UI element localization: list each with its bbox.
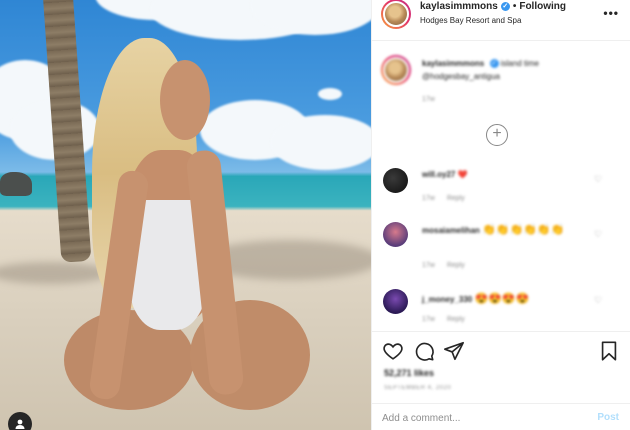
post-actions: 52,271 likes SEPTEMBER 4, 2020 <box>372 331 630 403</box>
verified-badge-icon: ✓ <box>489 59 499 69</box>
load-more-comments-icon[interactable]: + <box>486 124 508 146</box>
comment-like-heart-icon[interactable]: ♡ <box>594 174 604 184</box>
reply-button[interactable]: Reply <box>447 262 465 269</box>
comment-avatar[interactable] <box>383 222 408 247</box>
comment-age: 17w <box>422 195 435 202</box>
comment-bubble-icon[interactable] <box>413 340 435 362</box>
comment-meta: 17w Reply <box>422 195 477 202</box>
share-paper-plane-icon[interactable] <box>443 340 465 362</box>
person-head <box>160 60 210 140</box>
comment-body: 👏👏👏👏👏👏 <box>482 224 565 236</box>
caption-tag[interactable]: @hodgesbay_antigua <box>422 72 500 81</box>
caption-text: kaylasimmmons ✓ island time <box>422 59 539 69</box>
post-header: kaylasimmmons ✓ • Following Hodges Bay Reso… <box>372 0 630 41</box>
caption-age: 17w <box>422 96 435 103</box>
post-location[interactable]: Hodges Bay Resort and Spa <box>420 16 521 25</box>
author-avatar[interactable] <box>381 0 411 29</box>
like-heart-icon[interactable] <box>382 340 404 362</box>
user-tag-icon[interactable] <box>8 412 32 430</box>
sand-shadow <box>0 262 110 284</box>
verified-badge-icon: ✓ <box>500 1 510 11</box>
caption-body: island time <box>500 59 539 68</box>
reply-button[interactable]: Reply <box>447 316 465 323</box>
reply-button[interactable]: Reply <box>447 195 465 202</box>
post-date: SEPTEMBER 4, 2020 <box>384 385 452 391</box>
comment-age: 17w <box>422 316 435 323</box>
comment-text: will.oy27 ❤️ <box>422 170 468 179</box>
comment-meta: 17w Reply <box>422 316 477 323</box>
more-options-icon[interactable]: ••• <box>603 6 619 20</box>
comment-text: mosaiamelihan 👏👏👏👏👏👏 <box>422 223 572 238</box>
cloud <box>270 115 371 170</box>
author-username[interactable]: kaylasimmmons <box>420 1 498 12</box>
comment-body: 😍😍😍😍 <box>474 293 530 305</box>
like-count[interactable]: 52,271 likes <box>384 368 434 378</box>
comment-age: 17w <box>422 262 435 269</box>
comment-avatar[interactable] <box>383 289 408 314</box>
separator-dot: • <box>512 1 517 12</box>
rocks <box>0 172 32 196</box>
comment-meta: 17w Reply <box>422 262 477 269</box>
caption-username[interactable]: kaylasimmmons <box>422 59 484 68</box>
comment-username[interactable]: will.oy27 <box>422 170 455 179</box>
comment-text: j_money_330 😍😍😍😍 <box>422 292 529 305</box>
comment-like-heart-icon[interactable]: ♡ <box>594 295 604 305</box>
cloud <box>318 88 342 100</box>
post-comment-button[interactable]: Post <box>597 412 619 423</box>
comment-username[interactable]: j_money_330 <box>422 295 472 304</box>
add-comment-input[interactable] <box>382 410 582 426</box>
post-side-panel: kaylasimmmons ✓ • Following Hodges Bay Reso… <box>371 0 630 430</box>
comments-list[interactable]: kaylasimmmons ✓ island time @hodgesbay_a… <box>372 41 630 331</box>
add-comment-bar: Post <box>372 403 630 430</box>
comment-body: ❤️ <box>457 170 468 179</box>
comment-like-heart-icon[interactable]: ♡ <box>594 229 604 239</box>
post-photo[interactable] <box>0 0 371 430</box>
caption-avatar[interactable] <box>381 55 411 85</box>
following-button[interactable]: Following <box>519 1 566 12</box>
comment-avatar[interactable] <box>383 168 408 193</box>
save-bookmark-icon[interactable] <box>598 340 620 362</box>
author-line: kaylasimmmons ✓ • Following <box>420 1 566 12</box>
comment-username[interactable]: mosaiamelihan <box>422 226 480 235</box>
